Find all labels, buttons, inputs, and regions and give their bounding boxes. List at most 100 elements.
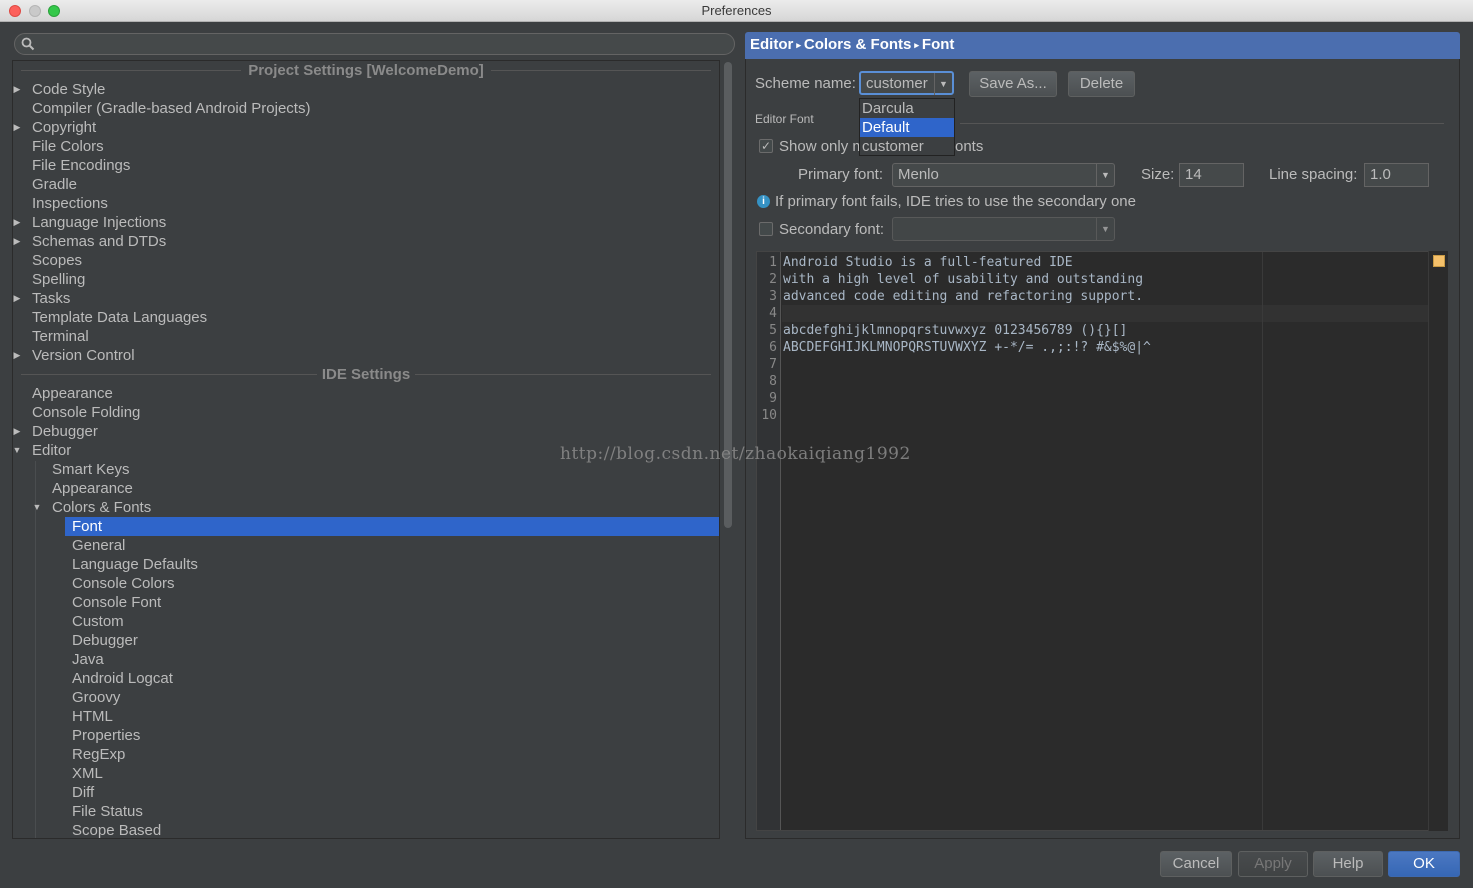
tree-expand-icon[interactable]: ▼	[13, 441, 23, 460]
tree-item-label: Properties	[72, 727, 141, 744]
tree-expand-icon[interactable]: ▼	[31, 498, 43, 517]
tree-item-debugger[interactable]: ▶ Debugger	[13, 422, 719, 441]
preview-line-text: ABCDEFGHIJKLMNOPQRSTUVWXYZ +-*/= .,;:!? …	[783, 340, 1151, 355]
tree-expand-icon[interactable]: ▶	[13, 118, 23, 137]
line-number: 9	[769, 391, 777, 406]
scheme-option-customer[interactable]: customer	[860, 137, 954, 156]
tree-item-label: Custom	[72, 613, 124, 630]
font-preview-editor[interactable]: 1 Android Studio is a full-featured IDE 2 w…	[756, 251, 1448, 831]
secondary-font-checkbox[interactable]	[759, 222, 773, 236]
group-divider	[960, 123, 1444, 124]
line-number: 7	[769, 357, 777, 372]
primary-font-value: Menlo	[898, 166, 939, 183]
tree-item-file-encodings[interactable]: File Encodings	[13, 156, 719, 175]
tree-item-file-colors[interactable]: File Colors	[13, 137, 719, 156]
tree-item-java[interactable]: Java	[13, 650, 719, 669]
secondary-font-combo[interactable]: ▼	[892, 217, 1115, 241]
tree-item-general[interactable]: General	[13, 536, 719, 555]
tree-item-inspections[interactable]: Inspections	[13, 194, 719, 213]
tree-item-console-font[interactable]: Console Font	[13, 593, 719, 612]
tree-item-properties[interactable]: Properties	[13, 726, 719, 745]
line-spacing-input[interactable]: 1.0	[1364, 163, 1429, 187]
preview-line: 6 ABCDEFGHIJKLMNOPQRSTUVWXYZ +-*/= .,;:!?…	[757, 339, 1429, 356]
tree-item-debugger[interactable]: Debugger	[13, 631, 719, 650]
tree-expand-icon[interactable]: ▶	[13, 232, 23, 251]
tree-expand-icon[interactable]: ▶	[13, 213, 23, 232]
tree-item-font[interactable]: Font	[65, 517, 719, 536]
tree-item-html[interactable]: HTML	[13, 707, 719, 726]
tree-item-tasks[interactable]: ▶ Tasks	[13, 289, 719, 308]
tree-item-groovy[interactable]: Groovy	[13, 688, 719, 707]
info-icon: i	[757, 195, 770, 208]
tree-item-label: Debugger	[72, 632, 138, 649]
tree-item-label: Language Injections	[32, 214, 167, 231]
preview-line: 3 advanced code editing and refactoring s…	[757, 288, 1429, 305]
cancel-button[interactable]: Cancel	[1160, 851, 1232, 877]
tree-item-colors-fonts[interactable]: ▼ Colors & Fonts	[13, 498, 719, 517]
save-as-button[interactable]: Save As...	[969, 71, 1057, 97]
tree-item-regexp[interactable]: RegExp	[13, 745, 719, 764]
preview-line-text: abcdefghijklmnopqrstuvwxyz 0123456789 ()…	[783, 323, 1128, 338]
tree-item-code-style[interactable]: ▶ Code Style	[13, 80, 719, 99]
tree-item-terminal[interactable]: Terminal	[13, 327, 719, 346]
tree-item-appearance[interactable]: Appearance	[13, 384, 719, 403]
tree-item-file-status[interactable]: File Status	[13, 802, 719, 821]
tree-item-spelling[interactable]: Spelling	[13, 270, 719, 289]
tree-expand-icon[interactable]: ▶	[13, 289, 23, 308]
tree-item-label: Java	[72, 651, 104, 668]
scheme-option-default[interactable]: Default	[860, 118, 954, 137]
tree-item-gradle[interactable]: Gradle	[13, 175, 719, 194]
tree-expand-icon[interactable]: ▶	[13, 346, 23, 365]
preview-line-text: with a high level of usability and outst…	[783, 272, 1144, 287]
scheme-option-darcula[interactable]: Darcula	[860, 99, 954, 118]
line-number: 6	[769, 340, 777, 355]
inspection-status-marker[interactable]	[1433, 255, 1445, 267]
scheme-name-value: customer	[866, 75, 928, 92]
tree-item-label: Version Control	[32, 347, 135, 364]
preview-line: 4	[757, 305, 1429, 322]
help-button[interactable]: Help	[1313, 851, 1383, 877]
tree-item-compiler-gradle-based-android-projects[interactable]: Compiler (Gradle-based Android Projects)	[13, 99, 719, 118]
tree-item-custom[interactable]: Custom	[13, 612, 719, 631]
tree-item-label: Inspections	[32, 195, 108, 212]
apply-button[interactable]: Apply	[1238, 851, 1308, 877]
delete-button[interactable]: Delete	[1068, 71, 1135, 97]
tree-item-label: Smart Keys	[52, 461, 130, 478]
tree-item-template-data-languages[interactable]: Template Data Languages	[13, 308, 719, 327]
preview-line: 9	[757, 390, 1429, 407]
tree-item-android-logcat[interactable]: Android Logcat	[13, 669, 719, 688]
tree-item-appearance[interactable]: Appearance	[13, 479, 719, 498]
font-size-input[interactable]: 14	[1179, 163, 1244, 187]
tree-item-version-control[interactable]: ▶ Version Control	[13, 346, 719, 365]
primary-font-combo[interactable]: Menlo ▼	[892, 163, 1115, 187]
show-only-monospaced-checkbox[interactable]: ✓	[759, 139, 773, 153]
tree-expand-icon[interactable]: ▶	[13, 80, 23, 99]
preview-line: 7	[757, 356, 1429, 373]
breadcrumb-font: Font	[921, 36, 955, 53]
scheme-name-combo[interactable]: customer ▼	[859, 71, 954, 95]
editor-scrollbar[interactable]	[1428, 251, 1448, 831]
tree-item-language-defaults[interactable]: Language Defaults	[13, 555, 719, 574]
tree-item-label: General	[72, 537, 126, 554]
tree-item-diff[interactable]: Diff	[13, 783, 719, 802]
tree-item-schemas-and-dtds[interactable]: ▶ Schemas and DTDs	[13, 232, 719, 251]
tree-item-label: Scopes	[32, 252, 83, 269]
tree-item-label: Colors & Fonts	[52, 499, 152, 516]
ok-button[interactable]: OK	[1388, 851, 1460, 877]
tree-item-label: Editor	[32, 442, 72, 459]
tree-expand-icon[interactable]: ▶	[13, 422, 23, 441]
tree-item-scope-based[interactable]: Scope Based	[13, 821, 719, 838]
show-only-monospaced-label-end: onts	[955, 138, 984, 155]
chevron-down-icon: ▼	[934, 73, 952, 95]
size-label: Size:	[1141, 166, 1175, 183]
tree-item-console-colors[interactable]: Console Colors	[13, 574, 719, 593]
tree-item-console-folding[interactable]: Console Folding	[13, 403, 719, 422]
tree-item-scopes[interactable]: Scopes	[13, 251, 719, 270]
tree-item-copyright[interactable]: ▶ Copyright	[13, 118, 719, 137]
settings-search-input[interactable]	[14, 33, 735, 55]
line-spacing-label: Line spacing:	[1269, 166, 1358, 183]
tree-item-label: Terminal	[32, 328, 89, 345]
tree-item-label: File Colors	[32, 138, 104, 155]
tree-item-xml[interactable]: XML	[13, 764, 719, 783]
tree-item-language-injections[interactable]: ▶ Language Injections	[13, 213, 719, 232]
